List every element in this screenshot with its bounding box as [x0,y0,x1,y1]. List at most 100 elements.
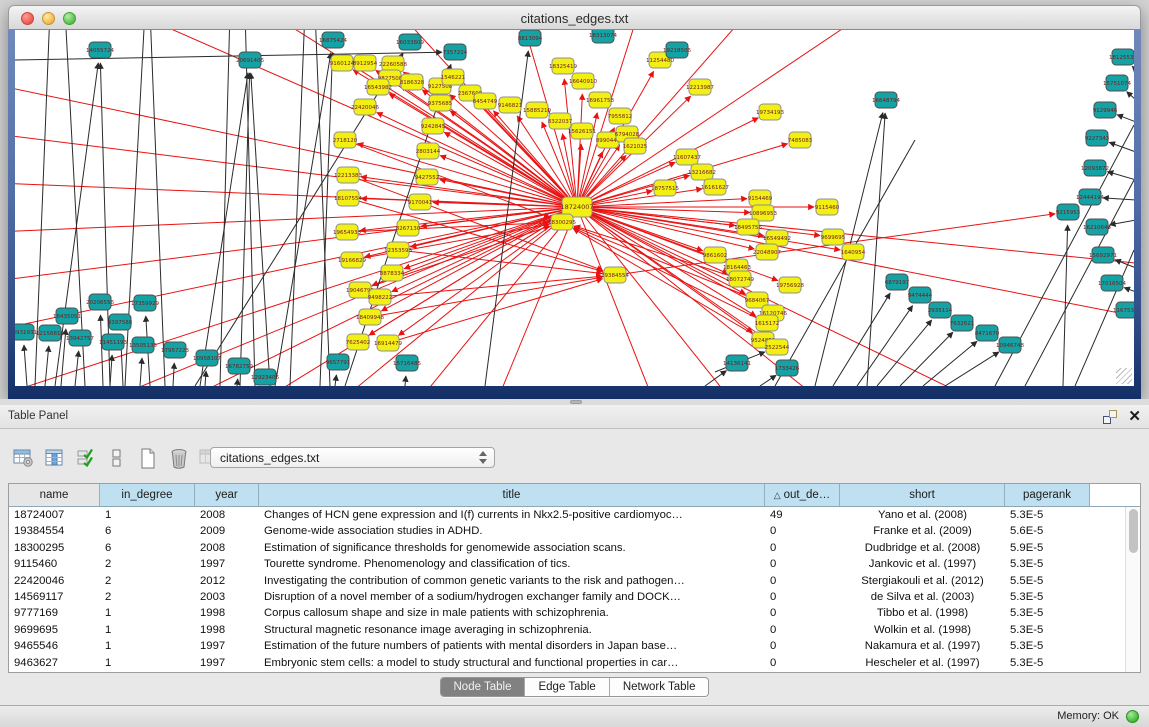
network-table-select[interactable]: citations_edges.txt [210,447,495,468]
table-cell[interactable]: 14569117 [9,589,100,605]
graph-node[interactable]: 6879197 [885,274,910,290]
graph-node[interactable]: 12093872 [1081,160,1109,176]
network-graph-canvas[interactable]: 1872400718300295193845549160124891295422… [15,30,1134,386]
graph-node[interactable]: 18325419 [549,58,577,74]
table-cell[interactable]: 2012 [195,573,259,589]
table-cell[interactable]: 5.3E-5 [1005,507,1090,523]
graph-node[interactable]: 11675334 [1113,302,1134,318]
table-cell[interactable]: 1 [100,638,195,654]
graph-node[interactable]: 10946748 [996,337,1024,353]
graph-node[interactable]: 22420046 [351,99,379,115]
graph-node[interactable]: 15716485 [393,355,421,371]
table-cell[interactable]: 1 [100,655,195,671]
graph-node[interactable]: 9129946 [1093,102,1118,118]
table-cell[interactable]: 18300295 [9,540,100,556]
graph-node[interactable]: 16782759 [225,358,253,374]
table-cell[interactable]: 5.6E-5 [1005,523,1090,539]
table-cell[interactable]: 9115460 [9,556,100,572]
graph-node[interactable]: 9861602 [703,247,728,263]
table-cell[interactable]: Dudbridge et al. (2008) [840,540,1005,556]
table-cell[interactable]: Genome-wide association studies in ADHD. [259,523,765,539]
graph-node[interactable]: 9657791 [326,354,351,370]
graph-node[interactable]: 14136141 [723,355,751,371]
table-cell[interactable]: Hescheler et al. (1997) [840,655,1005,671]
graph-node[interactable]: 2522544 [765,339,790,355]
table-cell[interactable]: Stergiakouli et al. (2012) [840,573,1005,589]
graph-node[interactable]: 12213383 [334,167,362,183]
rows-stack-icon[interactable] [105,445,129,471]
graph-node[interactable]: 9427552 [415,169,440,185]
table-cell[interactable]: 0 [765,605,840,621]
table-cell[interactable]: 5.3E-5 [1005,605,1090,621]
graph-node[interactable]: 8912954 [353,55,378,71]
table-row[interactable]: 2242004622012Investigating the contribut… [9,573,1125,589]
table-cell[interactable]: Structural magnetic resonance image aver… [259,622,765,638]
network-window-titlebar[interactable]: citations_edges.txt [8,5,1141,30]
table-cell[interactable]: Estimation of significance thresholds fo… [259,540,765,556]
graph-node[interactable]: 7955812 [608,108,633,124]
graph-node[interactable]: 18107554 [334,190,362,206]
table-cell[interactable]: Disruption of a novel member of a sodium… [259,589,765,605]
table-cell[interactable]: 2 [100,556,195,572]
canvas-resize-grip[interactable] [1116,368,1132,384]
table-row[interactable]: 946554611997Estimation of the future num… [9,638,1125,654]
graph-node[interactable]: 9375685 [428,95,453,111]
table-cell[interactable]: 0 [765,589,840,605]
table-row[interactable]: 969969511998Structural magnetic resonanc… [9,622,1125,638]
graph-node[interactable]: 18072749 [726,271,754,287]
table-cell[interactable]: 1 [100,507,195,523]
graph-node[interactable]: 12353593 [384,242,412,258]
table-cell[interactable]: 6 [100,523,195,539]
table-cell[interactable]: Wolkin et al. (1998) [840,622,1005,638]
tab-node-table[interactable]: Node Table [441,678,526,696]
table-cell[interactable]: 2 [100,589,195,605]
graph-node[interactable]: 18435051 [53,308,81,324]
graph-node[interactable]: 16914479 [374,335,402,351]
graph-node[interactable]: 8186328 [400,74,425,90]
graph-node[interactable]: 7625402 [346,334,371,350]
graph-node[interactable]: 8267130 [396,220,421,236]
graph-node[interactable]: 9227343 [1085,130,1110,146]
table-row[interactable]: 946362711997Embryonic stem cells: a mode… [9,655,1125,671]
table-cell[interactable]: Tibbo et al. (1998) [840,605,1005,621]
graph-node[interactable]: 12923406 [251,369,279,385]
graph-node[interactable]: 8813094 [518,30,543,46]
graph-node[interactable]: 17359929 [131,295,159,311]
graph-node[interactable]: 16648794 [872,92,900,108]
graph-node[interactable]: 7485083 [788,132,813,148]
graph-node[interactable]: 16033809 [396,34,424,50]
graph-node[interactable]: 16961758 [586,92,614,108]
table-scrollbar[interactable] [1125,507,1140,672]
graph-node[interactable]: 17016504 [1098,275,1126,291]
graph-node[interactable]: 2718120 [333,132,358,148]
graph-node[interactable]: 16543982 [364,79,392,95]
graph-node[interactable]: 15885210 [523,102,551,118]
graph-node[interactable]: 15751074 [1103,75,1131,91]
graph-node[interactable]: 2935114 [928,302,953,318]
graph-node[interactable]: 18757515 [651,180,679,196]
table-cell[interactable]: Yano et al. (2008) [840,507,1005,523]
graph-node[interactable]: 9498222 [368,289,393,305]
table-cell[interactable]: 9699695 [9,622,100,638]
graph-node[interactable]: 19218506 [663,42,691,58]
table-cell[interactable]: 5.3E-5 [1005,589,1090,605]
graph-node[interactable]: 16210643 [1083,219,1111,235]
table-cell[interactable]: 2 [100,573,195,589]
graph-node[interactable]: 9160124 [330,55,355,71]
tab-network-table[interactable]: Network Table [610,678,709,696]
graph-node[interactable]: 9397588 [108,314,133,330]
graph-node[interactable]: 9699695 [821,229,846,245]
graph-node[interactable]: 11607437 [673,149,701,165]
graph-node[interactable]: 12444194 [1076,189,1104,205]
table-cell[interactable]: Jankovic et al. (1997) [840,556,1005,572]
graph-node[interactable]: 7357224 [443,44,468,60]
graph-node[interactable]: 9170041 [408,194,433,210]
graph-node[interactable]: 9242845 [421,118,446,134]
graph-node[interactable]: 10958107 [193,350,221,366]
column-header-in-degree[interactable]: in_degree [100,484,195,506]
graph-node[interactable]: 8454749 [473,93,498,109]
table-cell[interactable]: Estimation of the future numbers of pati… [259,638,765,654]
graph-node[interactable]: 22048907 [753,244,781,260]
column-header-out-de-[interactable]: △out_de… [765,484,840,506]
table-row[interactable]: 911546021997Tourette syndrome. Phenomeno… [9,556,1125,572]
